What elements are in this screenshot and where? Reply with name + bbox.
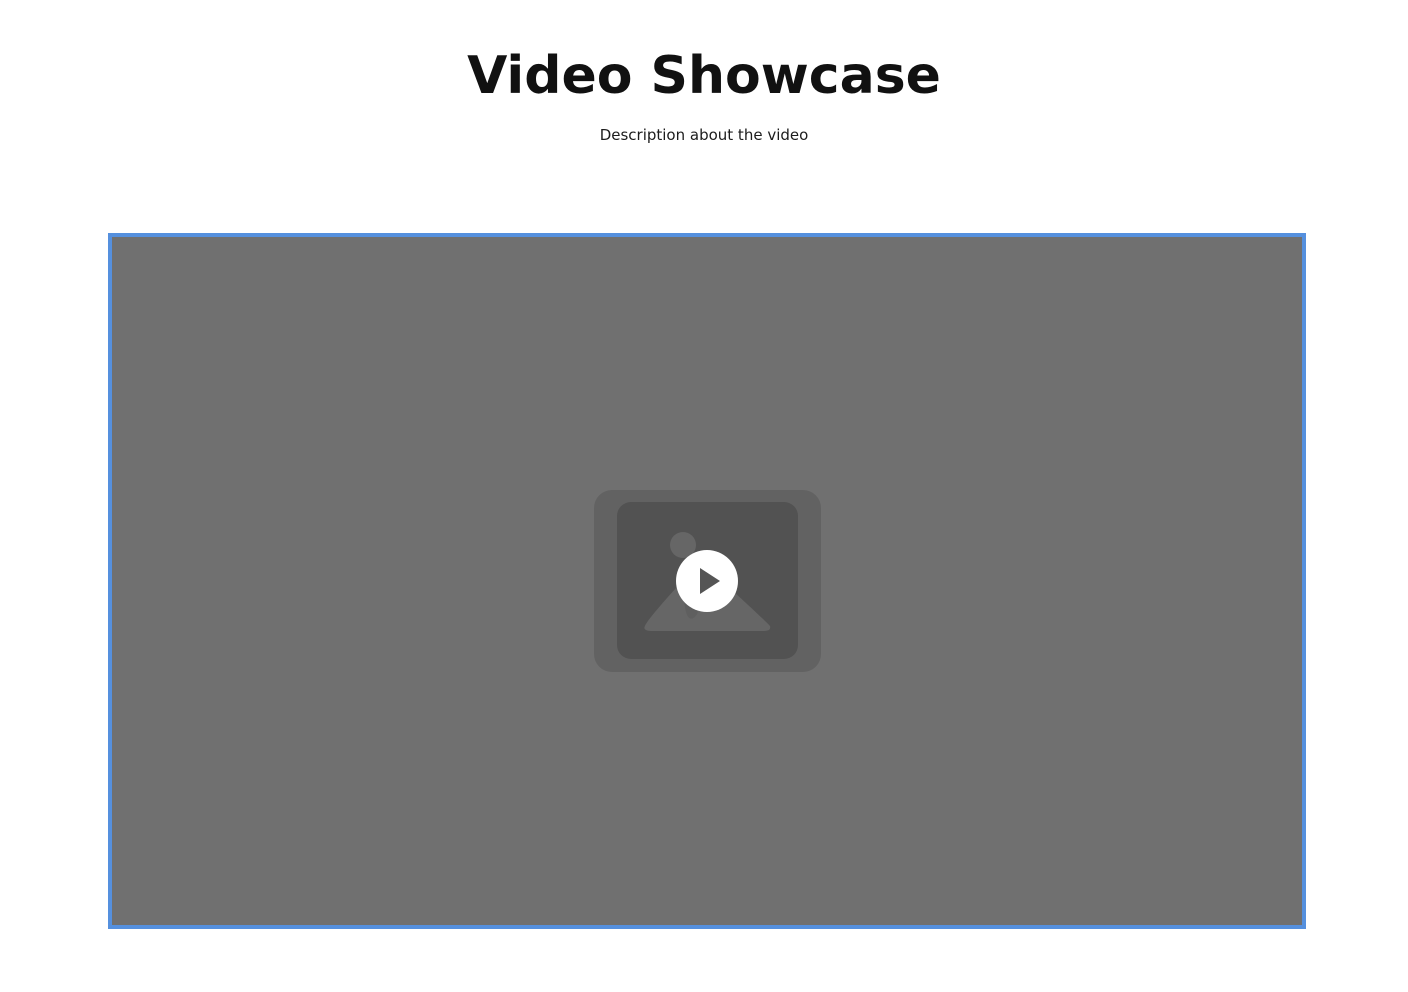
video-description: Description about the video [599,126,809,144]
video-thumbnail-placeholder [617,502,798,659]
play-button[interactable] [676,550,738,612]
video-player[interactable] [108,233,1306,929]
page-title: Video Showcase [467,46,941,106]
video-placeholder [594,490,821,672]
video-showcase-page: Video Showcase Description about the vid… [0,0,1408,992]
play-icon [700,568,720,594]
